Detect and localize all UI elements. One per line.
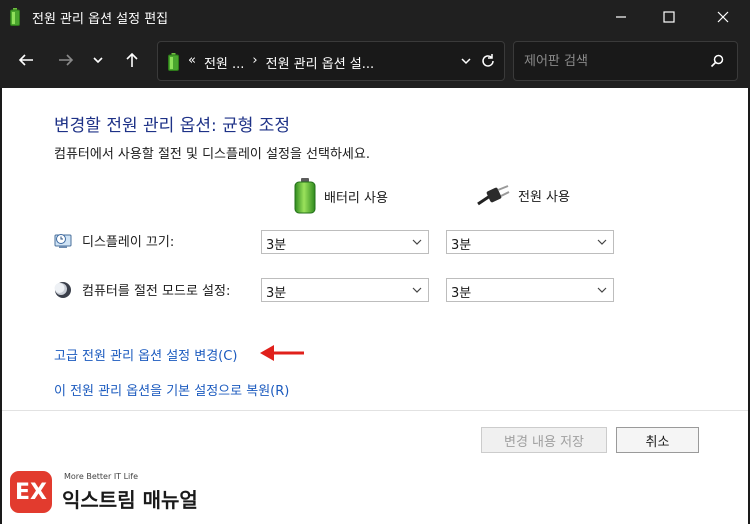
refresh-icon[interactable] xyxy=(480,53,496,69)
display-off-label: 디스플레이 끄기: xyxy=(82,235,175,250)
moon-icon xyxy=(54,281,71,298)
navigation-bar: « 전원 ... › 전원 관리 옵션 설... xyxy=(0,34,750,88)
battery-icon xyxy=(168,53,179,71)
search-input[interactable] xyxy=(524,50,704,72)
close-icon xyxy=(717,11,729,23)
logo-name: 익스트림 매뉴얼 xyxy=(62,488,198,512)
search-box xyxy=(513,41,738,81)
display-off-row-label: 디스플레이 끄기: xyxy=(54,231,174,250)
battery-icon xyxy=(294,178,316,214)
window-title: 전원 관리 옵션 설정 편집 xyxy=(32,12,169,27)
restore-defaults-link[interactable]: 이 전원 관리 옵션을 기본 설정으로 복원(R) xyxy=(54,380,289,399)
save-changes-button[interactable]: 변경 내용 저장 xyxy=(481,427,607,453)
back-button[interactable] xyxy=(12,46,40,74)
logo-tagline: More Better IT Life xyxy=(64,472,139,481)
sleep-label: 컴퓨터를 절전 모드로 설정: xyxy=(82,284,231,299)
watermark-logo: EX More Better IT Life 익스트림 매뉴얼 xyxy=(10,467,230,517)
title-bar: 전원 관리 옵션 설정 편집 xyxy=(0,0,750,34)
minimize-icon xyxy=(616,16,626,18)
plugged-column-header: 전원 사용 xyxy=(476,184,570,206)
display-off-plugged-select[interactable]: 3분 xyxy=(446,230,614,254)
sleep-battery-select[interactable]: 3분 xyxy=(261,278,429,302)
logo-mark-icon: EX xyxy=(10,471,52,513)
forward-button[interactable] xyxy=(52,46,80,74)
breadcrumb-item-current[interactable]: 전원 관리 옵션 설... xyxy=(266,53,375,72)
arrow-up-icon xyxy=(126,52,138,67)
battery-column-header: 배터리 사용 xyxy=(294,178,388,214)
sleep-plugged-select[interactable]: 3분 xyxy=(446,278,614,302)
advanced-settings-link[interactable]: 고급 전원 관리 옵션 설정 변경(C) xyxy=(54,345,237,364)
plugged-column-label: 전원 사용 xyxy=(518,189,570,205)
recent-locations-button[interactable] xyxy=(84,46,112,74)
breadcrumb-separator[interactable]: › xyxy=(252,53,257,72)
arrow-right-icon xyxy=(59,54,74,66)
close-button[interactable] xyxy=(700,0,746,34)
minimize-button[interactable] xyxy=(598,0,644,34)
sleep-row-label: 컴퓨터를 절전 모드로 설정: xyxy=(54,280,230,299)
maximize-button[interactable] xyxy=(646,0,692,34)
arrow-left-icon xyxy=(18,54,33,66)
page-description: 컴퓨터에서 사용할 절전 및 디스플레이 설정을 선택하세요. xyxy=(54,147,370,162)
maximize-icon xyxy=(663,11,675,23)
breadcrumb: « 전원 ... › 전원 관리 옵션 설... xyxy=(188,53,374,72)
battery-column-label: 배터리 사용 xyxy=(324,190,388,206)
display-off-battery-value: 3분 xyxy=(266,238,287,253)
cancel-button[interactable]: 취소 xyxy=(616,427,699,453)
sleep-battery-value: 3분 xyxy=(266,286,287,301)
chevron-down-icon xyxy=(412,287,422,293)
breadcrumb-item[interactable]: 전원 ... xyxy=(204,53,244,72)
divider xyxy=(2,410,748,411)
breadcrumb-overflow[interactable]: « xyxy=(188,53,196,72)
search-icon[interactable] xyxy=(710,54,724,68)
address-bar[interactable]: « 전원 ... › 전원 관리 옵션 설... xyxy=(157,41,505,81)
display-off-plugged-value: 3분 xyxy=(451,238,472,253)
chevron-down-icon[interactable] xyxy=(460,55,472,67)
red-arrow-icon xyxy=(260,345,304,361)
chevron-down-icon xyxy=(597,239,607,245)
main-content: 변경할 전원 관리 옵션: 균형 조정 컴퓨터에서 사용할 절전 및 디스플레이… xyxy=(0,88,750,524)
sleep-plugged-value: 3분 xyxy=(451,286,472,301)
chevron-down-icon xyxy=(412,239,422,245)
display-off-battery-select[interactable]: 3분 xyxy=(261,230,429,254)
page-title: 변경할 전원 관리 옵션: 균형 조정 xyxy=(54,116,291,136)
chevron-down-icon xyxy=(597,287,607,293)
battery-icon xyxy=(10,8,20,26)
power-plug-icon xyxy=(477,185,510,206)
up-button[interactable] xyxy=(118,46,146,74)
chevron-down-icon xyxy=(93,57,103,64)
display-clock-icon xyxy=(54,233,72,248)
